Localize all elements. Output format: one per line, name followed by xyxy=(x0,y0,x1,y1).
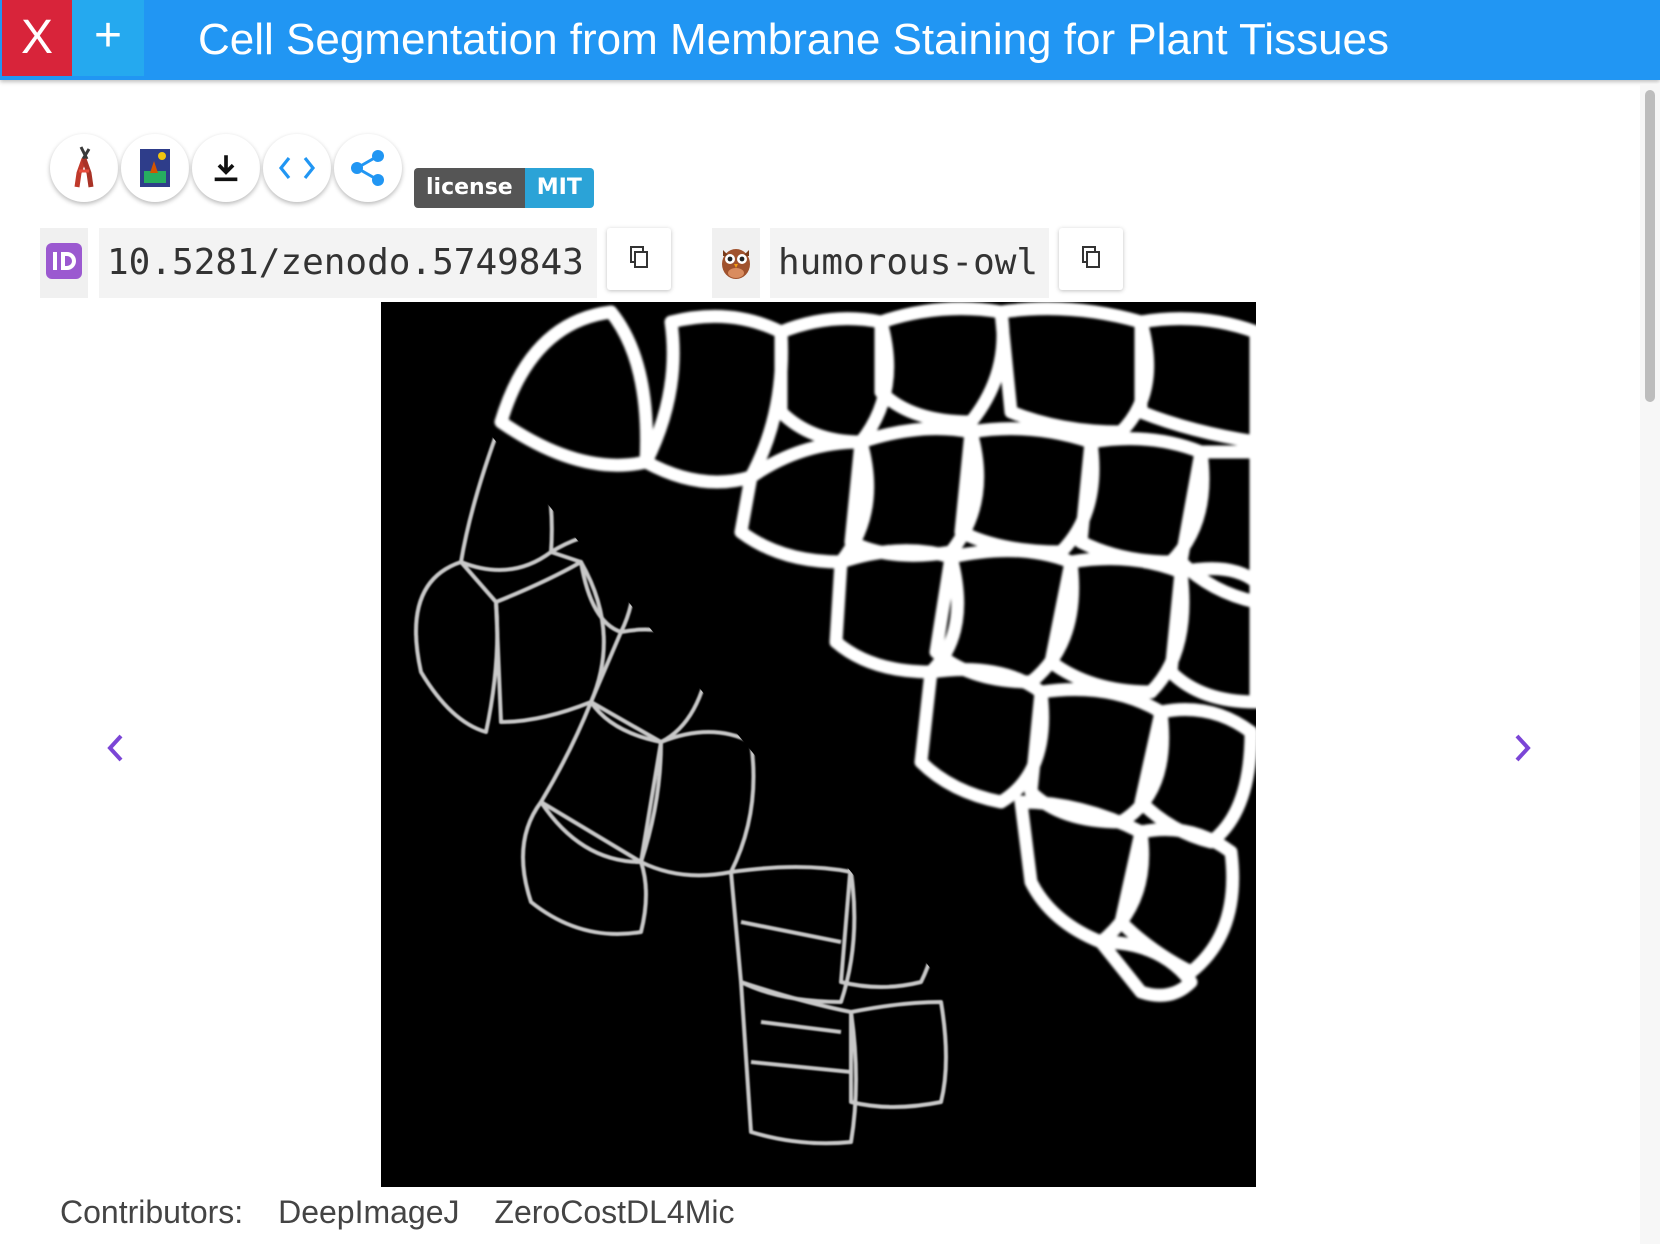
copy-nickname-button[interactable] xyxy=(1059,228,1123,290)
close-button[interactable]: X xyxy=(2,0,72,76)
cell-membrane-illustration xyxy=(381,302,1256,1187)
copy-doi-button[interactable] xyxy=(607,228,671,290)
model-cover-image xyxy=(381,302,1256,1187)
bioimage-model-zoo-icon xyxy=(67,145,101,191)
doi-chip-icon xyxy=(40,228,88,298)
code-icon xyxy=(277,153,317,183)
page-title: Cell Segmentation from Membrane Staining… xyxy=(198,15,1390,64)
chevron-right-icon xyxy=(1513,733,1533,768)
doi-value: 10.5281/zenodo.5749843 xyxy=(99,228,597,298)
copy-icon xyxy=(628,245,650,274)
nickname-chip-icon xyxy=(712,228,760,298)
contributors-label: Contributors: xyxy=(60,1194,244,1230)
app-header: X + Cell Segmentation from Membrane Stai… xyxy=(0,0,1660,80)
contributors-row: Contributors: DeepImageJ ZeroCostDL4Mic xyxy=(60,1190,760,1234)
share-icon xyxy=(349,148,387,188)
bioimage-model-zoo-button[interactable] xyxy=(50,134,118,202)
id-icon xyxy=(46,242,82,284)
license-badge-key: license xyxy=(414,168,525,208)
scrollbar-thumb[interactable] xyxy=(1645,90,1655,402)
code-button[interactable] xyxy=(263,134,331,202)
owl-icon xyxy=(719,242,753,285)
download-icon xyxy=(209,151,243,185)
copy-icon xyxy=(1080,245,1102,274)
contributor-zerocostdl4mic[interactable]: ZeroCostDL4Mic xyxy=(494,1194,734,1230)
share-button[interactable] xyxy=(334,134,402,202)
nickname-value: humorous-owl xyxy=(770,228,1049,298)
carousel-next-button[interactable] xyxy=(1503,722,1543,778)
download-button[interactable] xyxy=(192,134,260,202)
chevron-left-icon xyxy=(105,733,125,768)
add-button[interactable]: + xyxy=(72,0,144,76)
license-badge-value: MIT xyxy=(524,168,594,208)
contributor-deepimagej[interactable]: DeepImageJ xyxy=(278,1194,459,1230)
app-preview-icon xyxy=(138,147,172,189)
app-preview-button[interactable] xyxy=(121,134,189,202)
license-badge[interactable]: license MIT xyxy=(414,168,594,208)
carousel-prev-button[interactable] xyxy=(95,722,135,778)
